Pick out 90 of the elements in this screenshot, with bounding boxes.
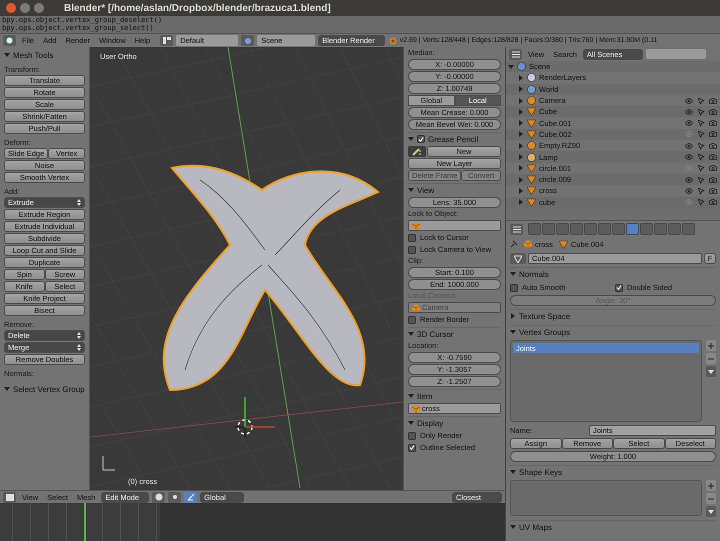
panel-title[interactable]: Texture Space — [519, 312, 570, 320]
scene-icon — [517, 62, 526, 72]
eye-icon[interactable] — [685, 176, 693, 184]
expanded-triangle-icon[interactable] — [408, 187, 414, 193]
object-field[interactable] — [408, 220, 501, 231]
pivot-icon[interactable] — [168, 492, 182, 502]
cube-icon — [412, 222, 420, 230]
panel-title[interactable]: Item — [417, 392, 433, 400]
expanded-triangle-icon[interactable] — [510, 329, 516, 335]
expanded-triangle-icon[interactable] — [4, 386, 10, 392]
eye-icon[interactable] — [685, 142, 693, 150]
eye-icon[interactable] — [685, 96, 693, 105]
panel-title[interactable]: Normals — [519, 270, 549, 278]
scene-icon[interactable] — [241, 35, 254, 46]
checkbox[interactable] — [408, 246, 416, 254]
camera-icon[interactable] — [709, 176, 717, 184]
panel-title[interactable]: UV Maps — [519, 522, 552, 532]
blender-logo-icon — [388, 36, 397, 45]
world-icon — [527, 84, 536, 94]
minus-icon[interactable] — [706, 493, 716, 504]
caret-icon[interactable] — [706, 506, 716, 517]
eye-icon[interactable] — [685, 153, 693, 162]
cube-icon — [524, 240, 532, 248]
camera-icon[interactable] — [709, 119, 717, 128]
properties-tab[interactable] — [626, 223, 639, 235]
cube-icon — [412, 304, 420, 312]
checkbox[interactable] — [417, 135, 425, 143]
panel-title[interactable]: 3D Cursor — [417, 330, 454, 338]
camera-icon — [527, 96, 536, 106]
caret-icon[interactable] — [706, 366, 716, 377]
window-title: Blender* [/home/aslan/Dropbox/blender/brazuca1.blend] — [64, 2, 331, 14]
up-down-arrows-icon — [77, 344, 81, 351]
collapsed-triangle-icon[interactable] — [510, 313, 516, 319]
checkbox[interactable] — [615, 284, 623, 292]
search-field[interactable] — [646, 49, 706, 59]
camera-icon[interactable] — [709, 96, 717, 105]
plus-icon[interactable] — [706, 340, 716, 351]
pin-icon[interactable] — [510, 240, 518, 248]
checkbox[interactable] — [408, 444, 416, 452]
panel-title[interactable]: Mesh Tools — [13, 50, 54, 60]
up-down-arrows-icon — [77, 332, 81, 339]
checkbox[interactable] — [408, 432, 416, 440]
checkbox[interactable] — [408, 316, 416, 324]
empty-icon — [527, 141, 536, 150]
expanded-triangle-icon[interactable] — [408, 136, 414, 142]
camera-icon[interactable] — [709, 108, 717, 116]
up-down-arrows-icon — [77, 199, 81, 206]
panel-title[interactable]: View — [417, 186, 434, 194]
sphere-icon[interactable] — [152, 492, 166, 502]
editor-type-icon[interactable] — [510, 224, 523, 234]
camera-icon[interactable] — [709, 164, 717, 172]
eye-icon[interactable] — [685, 119, 693, 128]
camera-icon[interactable] — [709, 198, 717, 206]
expanded-triangle-icon[interactable] — [510, 271, 516, 277]
expanded-triangle-icon[interactable] — [408, 331, 414, 337]
lamp-icon — [527, 152, 536, 162]
minus-icon[interactable] — [706, 353, 716, 364]
checkbox[interactable] — [408, 234, 416, 242]
expanded-triangle-icon[interactable] — [408, 393, 414, 399]
expanded-triangle-icon[interactable] — [508, 64, 514, 70]
minimize-button[interactable] — [20, 3, 30, 13]
panel-title[interactable]: Shape Keys — [519, 468, 562, 476]
eye-icon[interactable] — [685, 108, 693, 116]
manipulator-icon[interactable] — [184, 492, 198, 502]
plus-icon[interactable] — [706, 480, 716, 491]
panel-title[interactable]: Grease Pencil — [428, 134, 478, 144]
camera-icon[interactable] — [709, 153, 717, 162]
mesh-data-icon[interactable] — [510, 253, 526, 264]
expanded-triangle-icon[interactable] — [408, 420, 414, 426]
expanded-triangle-icon[interactable] — [510, 524, 516, 530]
camera-icon[interactable] — [709, 186, 717, 195]
renderlayers-icon — [527, 73, 536, 82]
mesh-triangle-icon — [558, 240, 568, 248]
camera-icon[interactable] — [709, 130, 717, 138]
panel-title[interactable]: Vertex Groups — [519, 328, 570, 336]
maximize-button[interactable] — [34, 3, 44, 13]
expanded-triangle-icon[interactable] — [510, 469, 516, 475]
close-button[interactable] — [6, 3, 16, 13]
editor-type-icon[interactable] — [509, 48, 522, 60]
checkbox[interactable] — [510, 284, 518, 292]
editor-type-icon[interactable] — [3, 492, 16, 502]
expanded-triangle-icon[interactable] — [4, 52, 10, 58]
cube-icon — [412, 404, 420, 412]
panel-title[interactable]: Display — [417, 418, 444, 428]
eye-icon[interactable] — [685, 186, 693, 195]
panel-title[interactable]: Select Vertex Group — [13, 384, 85, 394]
layout-icon[interactable] — [160, 35, 174, 46]
info-editor-icon[interactable] — [3, 35, 16, 46]
camera-icon[interactable] — [709, 142, 717, 150]
pencil-icon[interactable] — [408, 146, 426, 157]
